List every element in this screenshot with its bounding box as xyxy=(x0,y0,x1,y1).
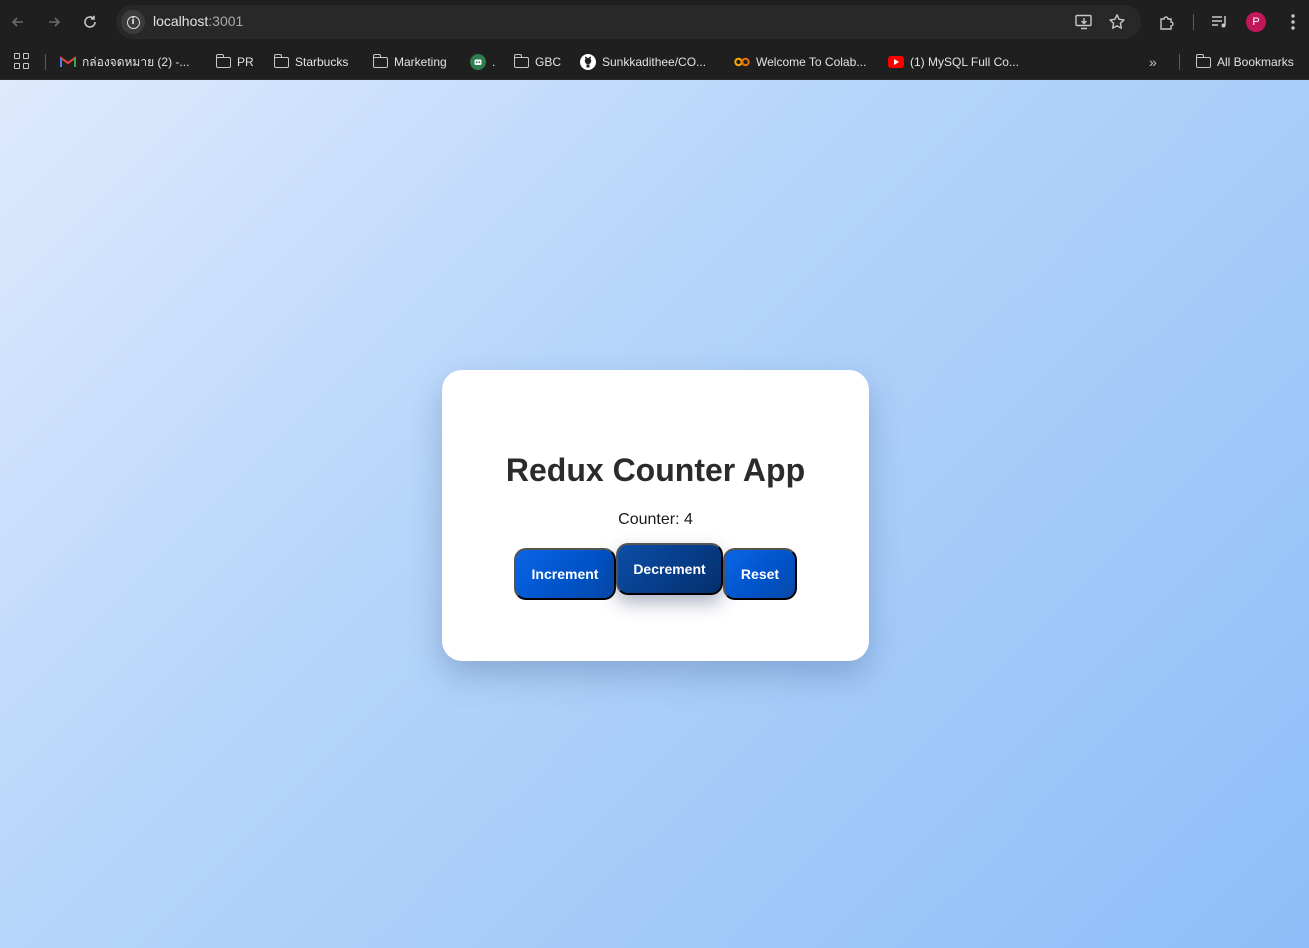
apps-grid-icon[interactable] xyxy=(14,53,30,69)
bookmark-all-bookmarks[interactable]: All Bookmarks xyxy=(1195,52,1294,72)
bookmark-label: . xyxy=(492,55,496,69)
folder-icon xyxy=(1195,53,1211,68)
bookmark-label: PR xyxy=(237,55,254,69)
page-viewport: Redux Counter App Counter: 4 Increment D… xyxy=(0,80,1309,948)
bookmark-label: Sunkkadithee/CO... xyxy=(602,55,707,69)
folder-icon xyxy=(372,53,388,68)
bookmarks-overflow-chevron-icon[interactable]: » xyxy=(1149,52,1157,72)
decrement-button[interactable]: Decrement xyxy=(616,543,723,595)
avatar[interactable]: P xyxy=(1246,12,1266,32)
bookmarks-divider xyxy=(45,54,46,70)
bookmarks-divider xyxy=(1179,54,1180,70)
media-queue-icon[interactable] xyxy=(1208,10,1232,34)
chatbot-icon xyxy=(470,54,486,70)
counter-card: Redux Counter App Counter: 4 Increment D… xyxy=(442,370,869,661)
bookmark-label: Welcome To Colab... xyxy=(756,55,867,69)
kebab-menu-icon[interactable] xyxy=(1281,10,1305,34)
bookmark-folder-marketing[interactable]: Marketing xyxy=(372,52,447,72)
star-icon[interactable] xyxy=(1107,12,1127,32)
page-title: Redux Counter App xyxy=(505,452,806,488)
folder-icon xyxy=(215,53,231,68)
bookmark-folder-gbc[interactable]: GBC xyxy=(513,52,562,72)
reload-icon[interactable] xyxy=(76,8,104,36)
bookmark-folder-pr[interactable]: PR xyxy=(215,52,254,72)
forward-arrow-icon[interactable] xyxy=(40,8,68,36)
bookmark-gmail[interactable]: กล่องจดหมาย (2) -... xyxy=(60,52,189,72)
bookmark-label: Marketing xyxy=(394,55,447,69)
bookmark-label: All Bookmarks xyxy=(1217,55,1294,69)
info-icon[interactable]: i xyxy=(121,10,145,34)
increment-button[interactable]: Increment xyxy=(514,548,616,600)
bookmark-folder-starbucks[interactable]: Starbucks xyxy=(273,52,349,72)
reset-button[interactable]: Reset xyxy=(723,548,797,600)
folder-icon xyxy=(513,53,529,68)
bookmark-youtube[interactable]: (1) MySQL Full Co... xyxy=(888,52,1019,72)
bookmark-label: GBC xyxy=(535,55,562,69)
gmail-icon xyxy=(60,54,76,70)
bookmark-github[interactable]: Sunkkadithee/CO... xyxy=(580,52,706,72)
bookmark-chatbot[interactable]: . xyxy=(470,52,495,72)
folder-icon xyxy=(273,53,289,68)
bookmarks-bar: กล่องจดหมาย (2) -... PR Starbucks Market… xyxy=(0,44,1309,80)
bookmark-label: Starbucks xyxy=(295,55,349,69)
counter-value: Counter: 4 xyxy=(618,511,693,528)
bookmark-label: (1) MySQL Full Co... xyxy=(910,55,1019,69)
install-app-icon[interactable] xyxy=(1074,12,1094,32)
github-icon xyxy=(580,54,596,70)
bookmark-label: กล่องจดหมาย (2) -... xyxy=(82,54,190,69)
url-text[interactable]: localhost:3001 xyxy=(153,13,243,29)
toolbar-divider xyxy=(1193,14,1194,30)
colab-icon xyxy=(734,54,750,70)
back-arrow-icon[interactable] xyxy=(4,8,32,36)
address-bar[interactable]: i localhost:3001 xyxy=(116,5,1141,39)
puzzle-icon[interactable] xyxy=(1155,10,1179,34)
bookmark-colab[interactable]: Welcome To Colab... xyxy=(734,52,866,72)
browser-toolbar: i localhost:3001 P xyxy=(0,0,1309,44)
youtube-icon xyxy=(888,56,904,68)
